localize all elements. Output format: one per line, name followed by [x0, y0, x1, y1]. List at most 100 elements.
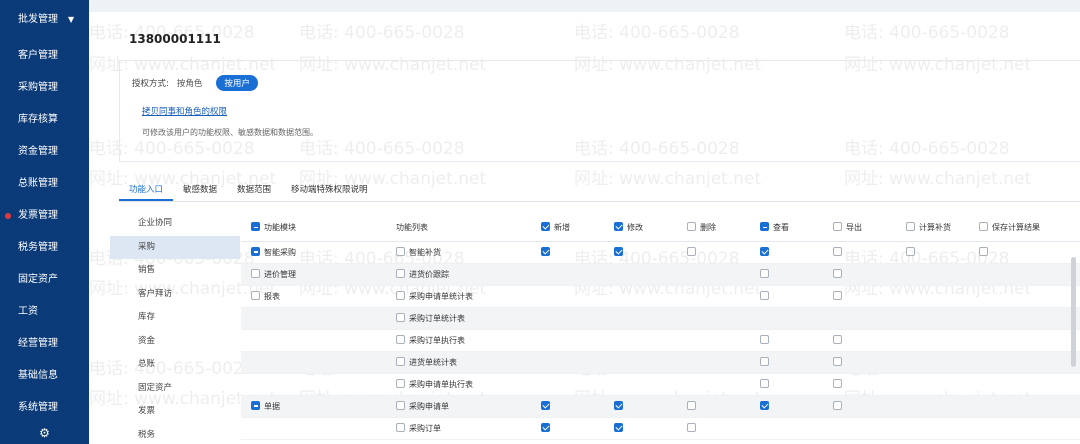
checkbox[interactable] — [396, 422, 405, 432]
permission-cell — [823, 241, 896, 264]
checkbox[interactable] — [687, 401, 696, 410]
auth-by-user-button[interactable]: 按用户 — [216, 75, 258, 91]
checkbox[interactable] — [396, 400, 405, 410]
checkbox[interactable] — [687, 222, 696, 232]
permission-cell — [896, 373, 969, 396]
sidebar-item-2[interactable]: 采购管理 — [0, 72, 89, 104]
tab-0[interactable]: 功能入口 — [119, 180, 174, 201]
permission-cell — [531, 329, 604, 352]
module-cell — [241, 329, 386, 352]
checkbox[interactable] — [251, 246, 260, 256]
checkbox[interactable] — [833, 335, 842, 344]
checkbox[interactable] — [614, 423, 623, 432]
checkbox[interactable] — [541, 423, 550, 432]
function-cell: 进货价跟踪 — [386, 263, 531, 286]
sidebar-item-12[interactable]: 系统管理 — [0, 392, 89, 424]
checkbox[interactable] — [760, 357, 769, 366]
auth-by-role-option[interactable]: 按角色 — [177, 77, 203, 89]
sidebar-item-label: 采购管理 — [18, 82, 58, 93]
checkbox[interactable] — [833, 357, 842, 366]
module-item[interactable]: 资金 — [110, 330, 240, 354]
checkbox[interactable] — [760, 401, 769, 410]
permission-cell — [969, 417, 1080, 440]
sidebar-item-11[interactable]: 基础信息 — [0, 360, 89, 392]
checkbox[interactable] — [396, 268, 405, 278]
module-label: 报表 — [264, 291, 280, 301]
tab-1[interactable]: 敏感数据 — [173, 180, 227, 201]
module-cell: 报表 — [241, 285, 386, 308]
sidebar-item-10[interactable]: 经营管理 — [0, 328, 89, 360]
module-item[interactable]: 客户拜访 — [110, 283, 240, 307]
sidebar-item-1[interactable]: 客户管理 — [0, 40, 89, 72]
checkbox[interactable] — [251, 268, 260, 278]
checkbox[interactable] — [614, 401, 623, 410]
module-item[interactable]: 税务 — [110, 424, 240, 444]
permission-cell — [823, 351, 896, 374]
table-row: 进货单统计表 — [241, 351, 1080, 374]
checkbox[interactable] — [760, 335, 769, 344]
checkbox[interactable] — [541, 247, 550, 256]
checkbox[interactable] — [833, 222, 842, 232]
checkbox[interactable] — [541, 222, 550, 232]
checkbox[interactable] — [251, 222, 260, 232]
permission-cell — [677, 285, 750, 308]
tab-3[interactable]: 移动端特殊权限说明 — [281, 180, 378, 201]
sidebar-item-label: 客户管理 — [18, 50, 58, 61]
checkbox[interactable] — [760, 269, 769, 278]
checkbox[interactable] — [833, 379, 842, 388]
checkbox[interactable] — [833, 269, 842, 278]
checkbox[interactable] — [906, 222, 915, 232]
checkbox[interactable] — [979, 247, 988, 256]
checkbox[interactable] — [396, 356, 405, 366]
sidebar-item-5[interactable]: 总账管理 — [0, 168, 89, 200]
sidebar-item-7[interactable]: 税务管理 — [0, 232, 89, 264]
module-item[interactable]: 总账 — [110, 353, 240, 377]
checkbox[interactable] — [687, 423, 696, 432]
checkbox[interactable] — [833, 291, 842, 300]
checkbox[interactable] — [833, 247, 842, 256]
checkbox[interactable] — [251, 400, 260, 410]
module-item[interactable]: 企业协同 — [110, 212, 240, 236]
sidebar-item-4[interactable]: 资金管理 — [0, 136, 89, 168]
module-item[interactable]: 发票 — [110, 400, 240, 424]
checkbox[interactable] — [251, 290, 260, 300]
sidebar-item-8[interactable]: 固定资产 — [0, 264, 89, 296]
checkbox[interactable] — [396, 312, 405, 322]
checkbox[interactable] — [396, 290, 405, 300]
sidebar-item-9[interactable]: 工资 — [0, 296, 89, 328]
table-scrollbar[interactable] — [1071, 257, 1076, 367]
sidebar-item-3[interactable]: 库存核算 — [0, 104, 89, 136]
function-cell: 采购订单 — [386, 417, 531, 440]
checkbox[interactable] — [760, 222, 769, 232]
checkbox[interactable] — [614, 222, 623, 232]
gear-icon[interactable]: ⚙ — [0, 422, 89, 444]
chevron-down-icon[interactable]: ▼ — [68, 0, 74, 40]
permission-table: 功能模块 功能列表 新增 修改 删除 查看 导出 计算补货 保存计算结果 智能采购 智能补货 进价管理… — [241, 215, 1080, 444]
permission-cell — [531, 417, 604, 440]
auth-panel: 授权方式: 按角色 按用户 拷贝同事和角色的权限 可修改该用户的功能权限、敏感数… — [119, 60, 1080, 162]
module-cell — [241, 307, 386, 330]
checkbox[interactable] — [396, 378, 405, 388]
checkbox[interactable] — [614, 247, 623, 256]
checkbox[interactable] — [687, 247, 696, 256]
module-item[interactable]: 采购 — [110, 235, 240, 259]
checkbox[interactable] — [760, 379, 769, 388]
checkbox[interactable] — [541, 401, 550, 410]
checkbox[interactable] — [979, 222, 988, 232]
checkbox[interactable] — [760, 291, 769, 300]
tab-2[interactable]: 数据范围 — [227, 180, 281, 201]
sidebar-item-6[interactable]: 发票管理 — [0, 200, 89, 232]
sidebar-item-0[interactable]: 批发管理 ▼ — [0, 0, 89, 40]
module-item[interactable]: 销售 — [110, 259, 240, 283]
module-item[interactable]: 固定资产 — [110, 377, 240, 401]
copy-permissions-link[interactable]: 拷贝同事和角色的权限 — [142, 105, 227, 117]
permission-cell — [969, 263, 1080, 286]
checkbox[interactable] — [906, 247, 915, 256]
permission-cell — [677, 351, 750, 374]
checkbox[interactable] — [396, 334, 405, 344]
checkbox[interactable] — [396, 246, 405, 256]
checkbox[interactable] — [760, 247, 769, 256]
checkbox[interactable] — [833, 401, 842, 410]
module-item[interactable]: 库存 — [110, 306, 240, 330]
permission-cell — [750, 263, 823, 286]
